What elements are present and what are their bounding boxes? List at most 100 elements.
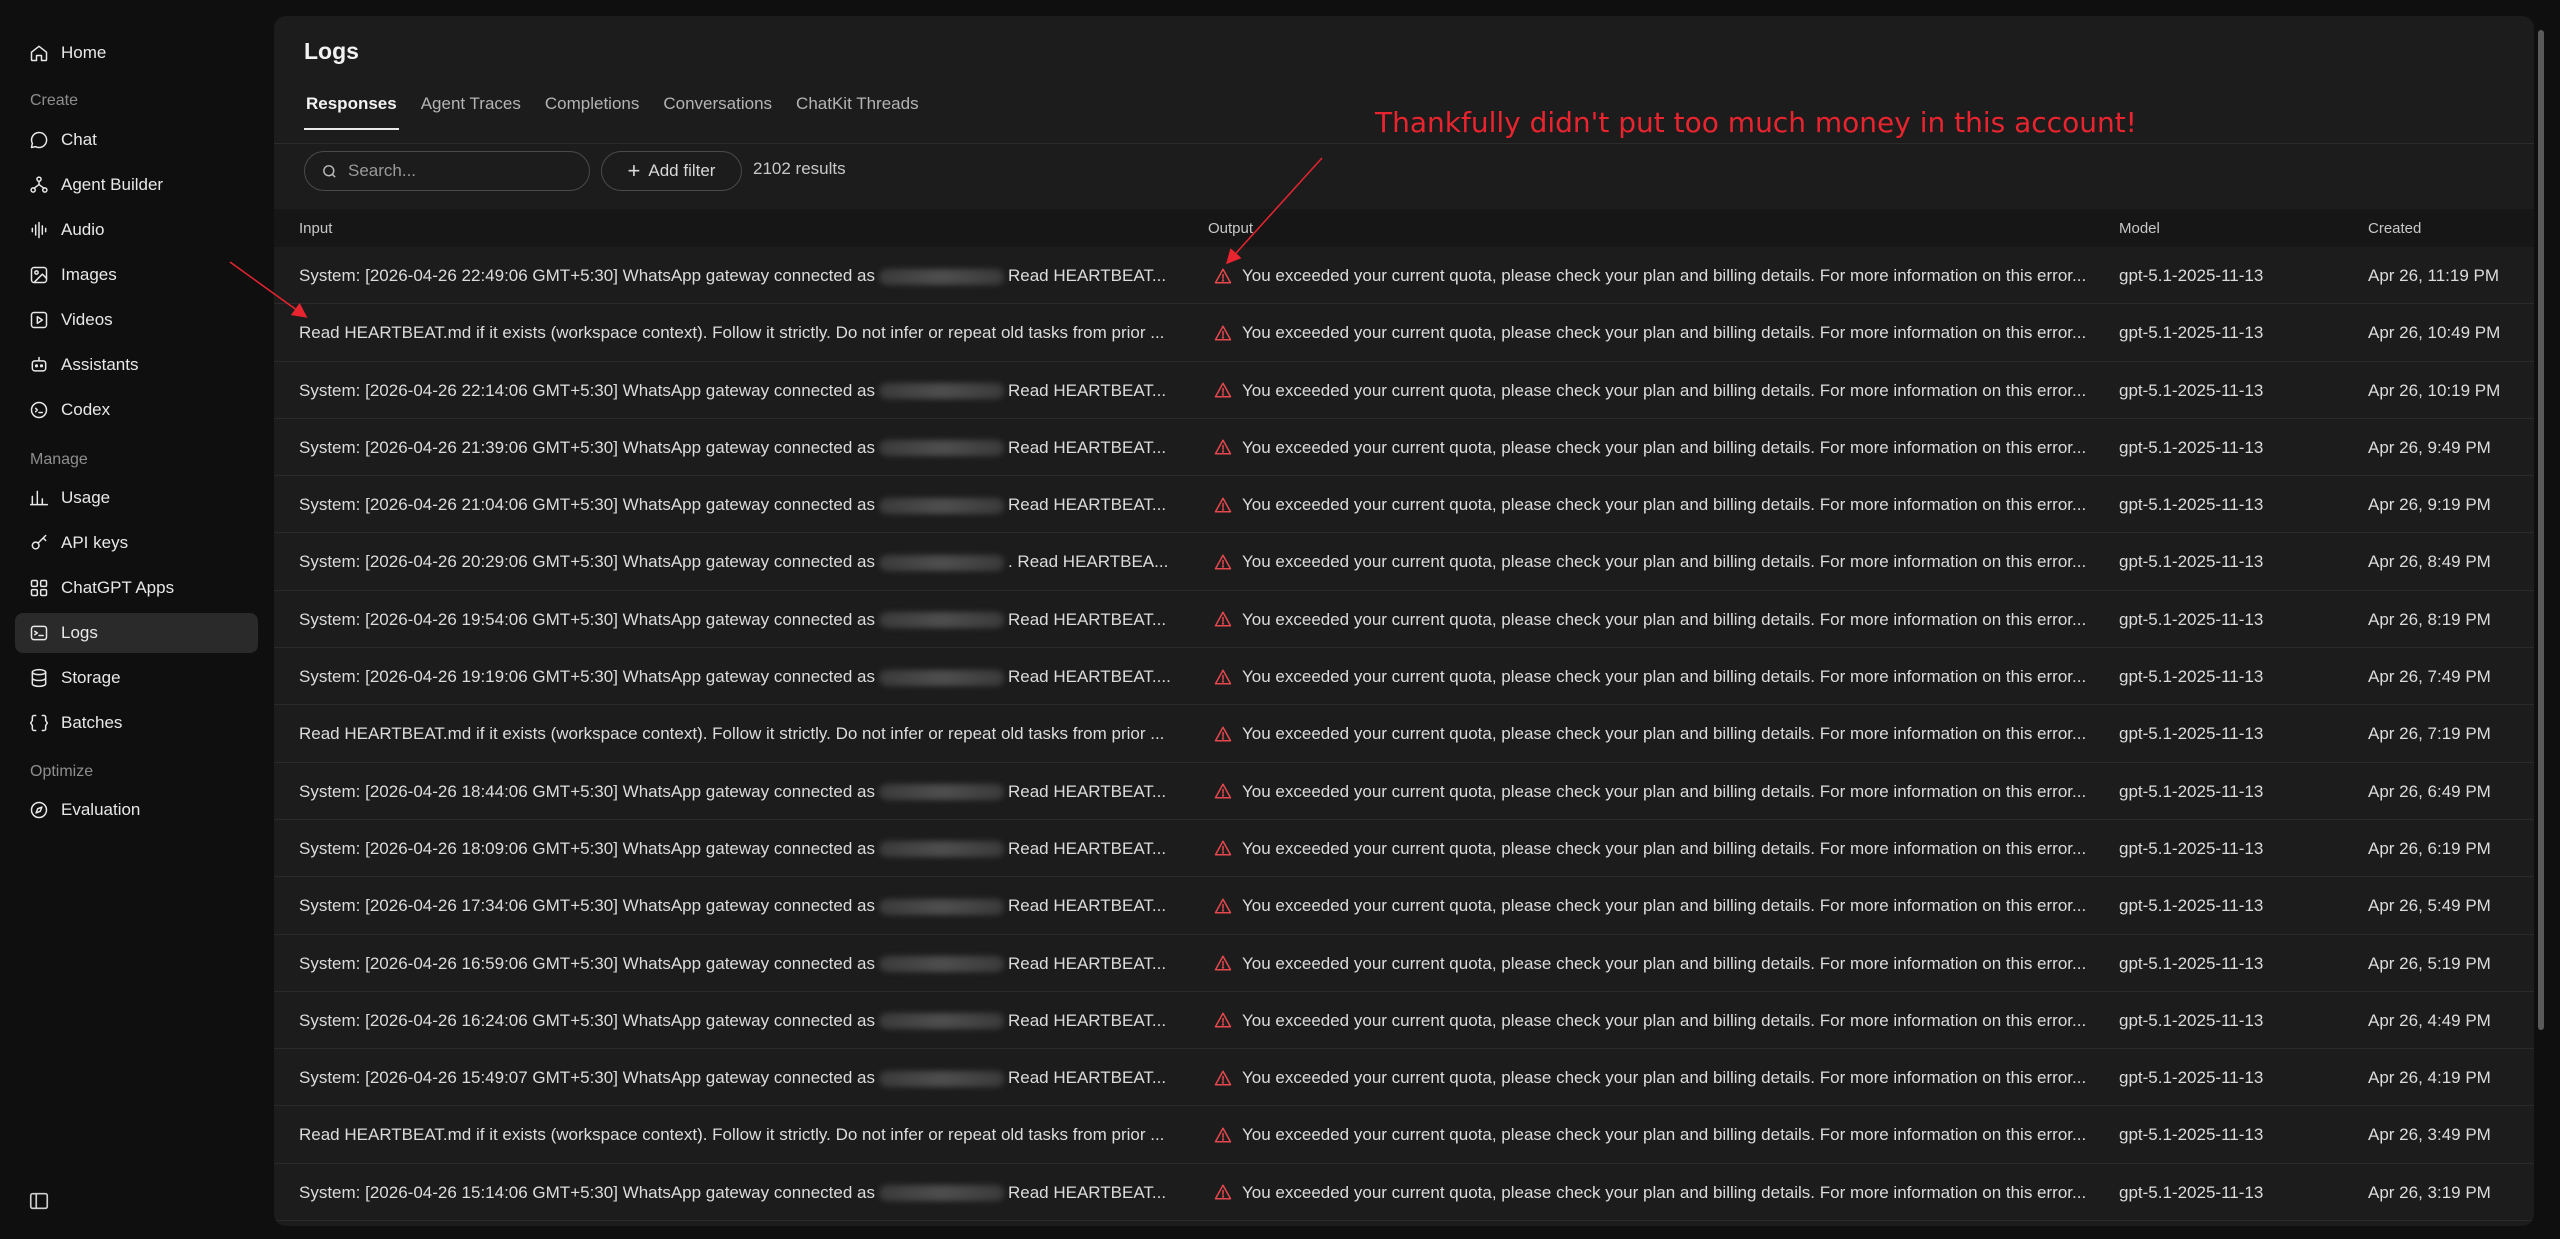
output-text: You exceeded your current quota, please … [1242,896,2087,916]
key-icon [29,533,49,553]
sidebar-toggle-icon[interactable] [28,1190,52,1214]
cell-model: gpt-5.1-2025-11-13 [2119,667,2264,687]
cell-model: gpt-5.1-2025-11-13 [2119,266,2264,285]
input-text-suffix: Read HEARTBEAT... [1007,380,1167,400]
sidebar-item-videos[interactable]: Videos [15,300,258,340]
table-row[interactable]: System: [2026-04-26 22:14:06 GMT+5:30] W… [274,362,2534,419]
redacted-phone [878,784,1004,801]
table-row[interactable]: System: [2026-04-26 21:04:06 GMT+5:30] W… [274,476,2534,534]
scrollbar-thumb[interactable] [2538,30,2544,1030]
cell-created: Apr 26, 8:49 PM [2368,552,2491,572]
table-row[interactable]: System: [2026-04-26 16:59:06 GMT+5:30] W… [274,935,2534,992]
tab-agent-traces[interactable]: Agent Traces [419,94,523,130]
sidebar-item-label: Codex [61,400,111,419]
input-text: System: [2026-04-26 15:49:07 GMT+5:30] W… [299,1068,875,1088]
sidebar-item-label: Home [61,43,107,62]
output-text: You exceeded your current quota, please … [1242,1125,2087,1145]
storage-database-icon [29,668,49,688]
cell-created: Apr 26, 4:19 PM [2368,1068,2491,1088]
table-row[interactable]: Read HEARTBEAT.md if it exists (workspac… [274,705,2534,763]
input-text-suffix: Read HEARTBEAT... [1007,609,1167,629]
sidebar-item-label: Audio [61,220,105,239]
sidebar-item-audio[interactable]: Audio [15,210,258,250]
table-row[interactable]: Read HEARTBEAT.md if it exists (workspac… [274,1106,2534,1164]
annotation-text: Thankfully didn't put too much money in … [1375,106,2137,139]
sidebar-item-batches[interactable]: Batches [15,703,258,743]
tab-conversations[interactable]: Conversations [661,94,774,130]
redacted-phone [878,497,1004,514]
input-text: Read HEARTBEAT.md if it exists (workspac… [299,724,1165,744]
cell-created: Apr 26, 5:49 PM [2368,896,2491,916]
table-row[interactable]: System: [2026-04-26 21:39:06 GMT+5:30] W… [274,419,2534,477]
redacted-phone [878,1013,1004,1030]
redacted-phone [878,612,1004,629]
table-row[interactable]: System: [2026-04-26 22:49:06 GMT+5:30] W… [274,247,2534,305]
column-header-model: Model [2119,220,2160,237]
sidebar-item-chatgpt-apps[interactable]: ChatGPT Apps [15,568,258,608]
tab-responses[interactable]: Responses [304,94,399,130]
table-row[interactable]: System: [2026-04-26 19:19:06 GMT+5:30] W… [274,648,2534,706]
cell-input: System: [2026-04-26 21:04:06 GMT+5:30] W… [299,476,1184,533]
sidebar-item-assistants[interactable]: Assistants [15,345,258,385]
sidebar-item-usage[interactable]: Usage [15,478,258,518]
table-row[interactable]: System: [2026-04-26 19:54:06 GMT+5:30] W… [274,591,2534,649]
input-text: System: [2026-04-26 18:09:06 GMT+5:30] W… [299,838,875,858]
sidebar-section-manage: Manage [30,451,88,468]
table-row[interactable]: System: [2026-04-26 20:29:06 GMT+5:30] W… [274,533,2534,591]
search-box[interactable] [304,151,590,191]
table-row[interactable]: System: [2026-04-26 16:24:06 GMT+5:30] W… [274,992,2534,1050]
results-count: 2102 results [753,159,846,178]
table-row[interactable]: System: [2026-04-26 18:09:06 GMT+5:30] W… [274,820,2534,878]
table-row[interactable]: System: [2026-04-26 18:44:06 GMT+5:30] W… [274,763,2534,820]
home-icon [29,43,49,63]
cell-model: gpt-5.1-2025-11-13 [2119,896,2264,916]
output-text: You exceeded your current quota, please … [1242,609,2087,629]
table-row[interactable]: System: [2026-04-26 17:34:06 GMT+5:30] W… [274,877,2534,935]
table-row[interactable]: System: [2026-04-26 15:14:06 GMT+5:30] W… [274,1164,2534,1222]
sidebar-item-api-keys[interactable]: API keys [15,523,258,563]
warning-triangle-icon [1212,551,1234,573]
sidebar-item-label: Assistants [61,355,139,374]
cell-model: gpt-5.1-2025-11-13 [2119,1010,2264,1030]
cell-input: Read HEARTBEAT.md if it exists (workspac… [299,705,1184,762]
cell-input: System: [2026-04-26 18:44:06 GMT+5:30] W… [299,763,1184,820]
input-text: Read HEARTBEAT.md if it exists (workspac… [299,1125,1165,1145]
warning-triangle-icon [1212,952,1234,974]
cell-input: System: [2026-04-26 22:49:06 GMT+5:30] W… [299,247,1184,304]
search-input[interactable] [348,161,568,181]
table-row[interactable]: System: [2026-04-26 15:49:07 GMT+5:30] W… [274,1049,2534,1107]
sidebar-section-optimize: Optimize [30,763,94,780]
output-text: You exceeded your current quota, please … [1242,380,2087,400]
sidebar-item-home[interactable]: Home [15,33,258,73]
cell-model: gpt-5.1-2025-11-13 [2119,323,2264,343]
warning-triangle-icon [1212,1067,1234,1089]
input-text-suffix: Read HEARTBEAT... [1007,838,1167,858]
tab-completions[interactable]: Completions [543,94,642,130]
sidebar-item-evaluation[interactable]: Evaluation [15,790,258,830]
cell-created: Apr 26, 3:49 PM [2368,1125,2491,1145]
sidebar-item-codex[interactable]: Codex [15,390,258,430]
chat-bubble-icon [29,130,49,150]
input-text: System: [2026-04-26 19:19:06 GMT+5:30] W… [299,667,875,687]
cell-model: gpt-5.1-2025-11-13 [2119,838,2264,858]
agent-builder-icon [29,175,49,195]
cell-input: System: [2026-04-26 15:14:06 GMT+5:30] W… [299,1164,1184,1221]
table-row[interactable]: Read HEARTBEAT.md if it exists (workspac… [274,304,2534,362]
sidebar-item-images[interactable]: Images [15,255,258,295]
sidebar-item-label: Videos [61,310,113,329]
input-text-suffix: Read HEARTBEAT.... [1007,667,1171,687]
warning-triangle-icon [1212,1181,1234,1203]
logs-terminal-icon [29,623,49,643]
tab-chatkit-threads[interactable]: ChatKit Threads [794,94,921,130]
sidebar-item-chat[interactable]: Chat [15,120,258,160]
warning-triangle-icon [1212,608,1234,630]
codex-icon [29,400,49,420]
input-text: System: [2026-04-26 18:44:06 GMT+5:30] W… [299,781,875,801]
output-text: You exceeded your current quota, please … [1242,667,2087,687]
sidebar-item-storage[interactable]: Storage [15,658,258,698]
sidebar-item-agent-builder[interactable]: Agent Builder [15,165,258,205]
sidebar-item-logs[interactable]: Logs [15,613,258,653]
sidebar-item-label: API keys [61,533,129,552]
add-filter-button[interactable]: + Add filter [601,151,742,191]
output-text: You exceeded your current quota, please … [1242,838,2087,858]
